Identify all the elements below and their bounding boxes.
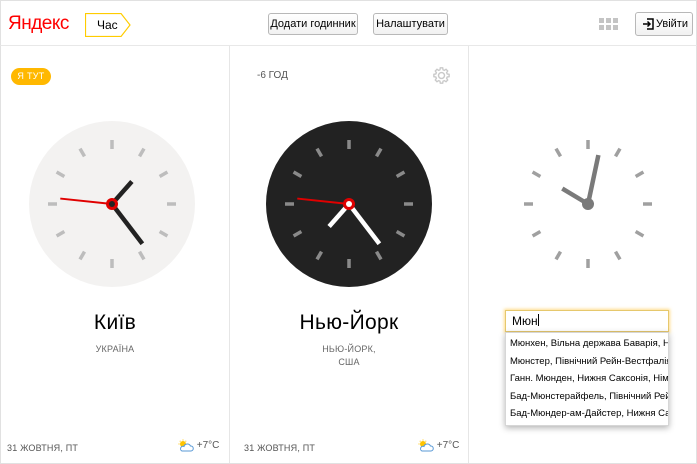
hour-tick xyxy=(634,229,645,238)
here-badge: Я ТУТ xyxy=(11,68,51,85)
country-line-2: США xyxy=(338,357,360,367)
minute-hand xyxy=(585,154,601,205)
login-icon xyxy=(643,18,654,30)
clock-panel-new-york: -6 ГОД Нью-Йорк НЬЮ-ЙОРК, США 31 ЖОВТНЯ,… xyxy=(229,46,468,464)
text-caret xyxy=(537,314,539,326)
logo-text: Яндекс xyxy=(8,13,69,34)
apps-grid-icon[interactable] xyxy=(599,18,619,32)
hour-tick xyxy=(554,147,563,158)
city-search-input[interactable]: Мюн xyxy=(505,310,669,332)
login-label: Увійти xyxy=(656,18,688,30)
weather: +7°C xyxy=(177,439,219,452)
analog-clock-new-york xyxy=(266,121,432,287)
add-clock-button[interactable]: Додати годинник xyxy=(268,13,358,35)
header-bar: Яндекс Час Додати годинник Налаштувати У… xyxy=(0,0,697,46)
country-name: НЬЮ-ЙОРК, США xyxy=(230,343,468,369)
suggest-item[interactable]: Ганн. Мюнден, Нижня Саксонія, Німеччина xyxy=(506,370,668,388)
partly-cloudy-icon xyxy=(418,439,434,452)
country-name: УКРАЇНА xyxy=(95,344,135,354)
temperature: +7°C xyxy=(196,440,220,452)
temperature: +7°C xyxy=(436,440,460,452)
date-label: 31 ЖОВТНЯ, ПТ xyxy=(7,443,79,453)
hour-tick xyxy=(613,147,622,158)
analog-clock-kyiv xyxy=(29,121,195,287)
suggest-item[interactable]: Мюнхен, Вільна держава Баварія, Німеччин… xyxy=(506,335,668,353)
weather: +7°C xyxy=(417,439,459,452)
hour-tick xyxy=(634,170,645,179)
clock-panel-new: Мюн Мюнхен, Вільна держава Баварія, Німе… xyxy=(468,46,697,464)
yandex-logo[interactable]: Яндекс xyxy=(8,13,69,35)
service-tag[interactable]: Час xyxy=(85,13,131,37)
gear-icon[interactable] xyxy=(433,67,450,84)
suggest-item[interactable]: Бад-Мюндер-ам-Дайстер, Нижня Саксонія xyxy=(506,405,668,423)
suggest-item[interactable]: Мюнстер, Північний Рейн-Вестфалія, Німеч… xyxy=(506,353,668,371)
partly-cloudy-icon xyxy=(178,439,194,452)
city-name: Київ xyxy=(93,311,137,334)
login-button[interactable]: Увійти xyxy=(635,12,693,36)
clock-center xyxy=(582,198,594,210)
clock-panel-kyiv: Я ТУТ Київ УКРАЇНА 31 ЖОВТНЯ, ПТ +7°C xyxy=(0,46,229,464)
country-line-1: НЬЮ-ЙОРК, xyxy=(322,344,376,354)
hour-tick xyxy=(531,170,542,179)
hour-tick xyxy=(613,250,622,261)
clock-center-dot xyxy=(109,201,115,207)
city-name: Нью-Йорк xyxy=(299,311,399,334)
city-search-value: Мюн xyxy=(512,314,538,328)
city-suggest-list: Мюнхен, Вільна держава Баварія, Німеччин… xyxy=(505,332,669,426)
hour-tick xyxy=(531,229,542,238)
settings-button[interactable]: Налаштувати xyxy=(373,13,448,35)
service-name: Час xyxy=(97,18,118,32)
suggest-item[interactable]: Бад-Мюнстерайфель, Північний Рейн-Вестфа… xyxy=(506,388,668,406)
hour-tick xyxy=(554,250,563,261)
clock-center-dot xyxy=(346,201,352,207)
date-label: 31 ЖОВТНЯ, ПТ xyxy=(244,443,316,453)
timezone-offset: -6 ГОД xyxy=(257,70,288,81)
analog-clock-new xyxy=(524,140,652,268)
